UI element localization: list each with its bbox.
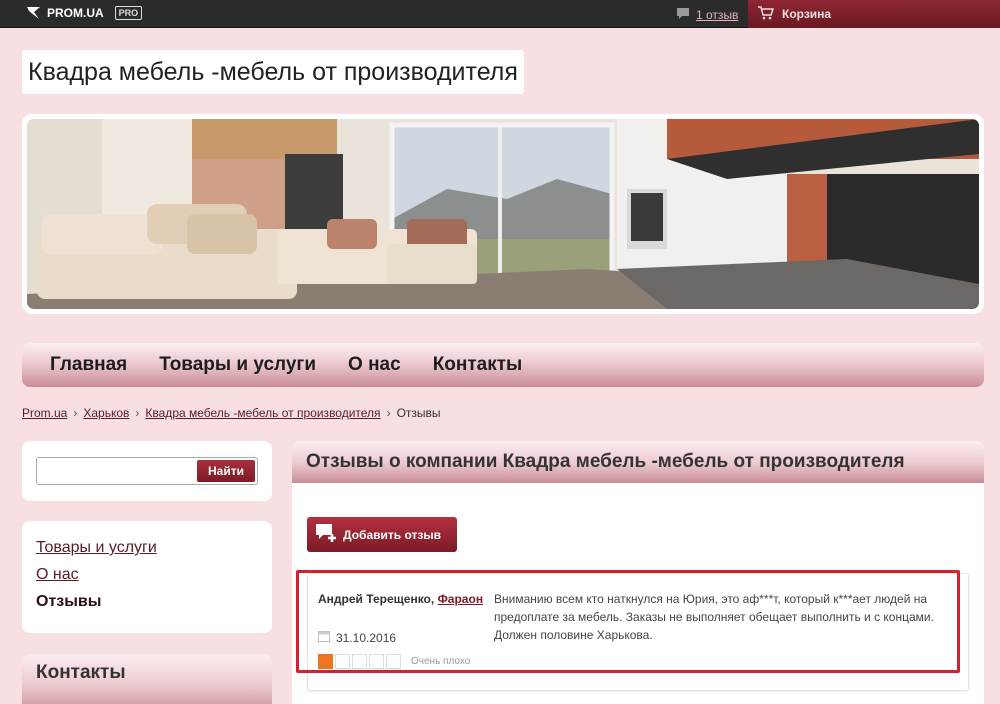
review-author-link[interactable]: Фараон bbox=[438, 592, 484, 606]
search-button[interactable]: Найти bbox=[197, 460, 255, 482]
header-banner bbox=[22, 114, 984, 314]
rating-star bbox=[335, 654, 350, 669]
review-date: 31.10.2016 bbox=[318, 630, 396, 645]
review-author-name: Андрей Терещенко, bbox=[318, 592, 435, 606]
reviews-link[interactable]: 1 отзыв bbox=[696, 8, 738, 22]
rating-star bbox=[318, 654, 333, 669]
prom-logo[interactable]: PROM.UA PRO bbox=[26, 6, 143, 20]
prom-logo-icon bbox=[26, 6, 42, 20]
rating-star bbox=[352, 654, 367, 669]
review-rating: Очень плохо bbox=[318, 654, 470, 669]
reviews-counter: 1 отзыв bbox=[676, 7, 738, 23]
page-title: Отзывы о компании Квадра мебель -мебель … bbox=[306, 451, 905, 472]
site-title[interactable]: Квадра мебель -мебель от производителя bbox=[22, 50, 524, 94]
nav-item-home[interactable]: Главная bbox=[50, 354, 127, 376]
sidebar-item-products[interactable]: Товары и услуги bbox=[36, 539, 157, 556]
add-comment-icon bbox=[315, 523, 337, 546]
breadcrumb-separator: › bbox=[386, 406, 391, 420]
breadcrumb-company[interactable]: Квадра мебель -мебель от производителя bbox=[145, 406, 380, 420]
search-panel: Найти bbox=[22, 441, 272, 501]
comment-icon bbox=[676, 7, 690, 23]
contacts-panel: Контакты bbox=[22, 654, 272, 704]
top-bar: PROM.UA PRO 1 отзыв Корзина bbox=[0, 0, 1000, 28]
cart-icon bbox=[758, 5, 775, 23]
sidebar-item-about[interactable]: О нас bbox=[36, 566, 79, 583]
nav-item-contacts[interactable]: Контакты bbox=[433, 354, 523, 376]
review-card: Андрей Терещенко, Фараон 31.10.2016 Очен… bbox=[307, 573, 969, 691]
breadcrumb: Prom.ua › Харьков › Квадра мебель -мебел… bbox=[22, 406, 441, 420]
rating-star bbox=[386, 654, 401, 669]
logo-text: PROM.UA bbox=[47, 6, 104, 20]
search-form: Найти bbox=[36, 457, 258, 485]
cart-button[interactable]: Корзина bbox=[748, 0, 1000, 28]
review-author: Андрей Терещенко, Фараон bbox=[318, 590, 488, 608]
breadcrumb-separator: › bbox=[73, 406, 78, 420]
pro-badge: PRO bbox=[114, 6, 143, 20]
review-text: Вниманию всем кто наткнулся на Юрия, это… bbox=[494, 592, 934, 642]
breadcrumb-prom[interactable]: Prom.ua bbox=[22, 406, 67, 420]
reviews-panel: Отзывы о компании Квадра мебель -мебель … bbox=[292, 441, 984, 704]
breadcrumb-current: Отзывы bbox=[396, 406, 441, 420]
rating-star bbox=[369, 654, 384, 669]
calendar-icon bbox=[318, 630, 330, 645]
banner-image bbox=[27, 119, 979, 309]
cart-label: Корзина bbox=[782, 7, 832, 21]
nav-item-about[interactable]: О нас bbox=[348, 354, 401, 376]
sidebar-item-reviews[interactable]: Отзывы bbox=[36, 593, 258, 611]
sidebar-menu: Товары и услуги О нас Отзывы bbox=[22, 521, 272, 633]
reviews-header: Отзывы о компании Квадра мебель -мебель … bbox=[292, 441, 984, 483]
main-nav: Главная Товары и услуги О нас Контакты bbox=[22, 343, 984, 387]
search-input[interactable] bbox=[39, 460, 197, 482]
breadcrumb-city[interactable]: Харьков bbox=[83, 406, 129, 420]
breadcrumb-separator: › bbox=[135, 406, 140, 420]
rating-label: Очень плохо bbox=[411, 656, 471, 667]
review-date-text: 31.10.2016 bbox=[336, 630, 397, 645]
add-review-button[interactable]: Добавить отзыв bbox=[307, 517, 457, 552]
contacts-title: Контакты bbox=[36, 662, 126, 683]
add-review-label: Добавить отзыв bbox=[343, 527, 441, 542]
nav-item-products[interactable]: Товары и услуги bbox=[159, 354, 316, 376]
